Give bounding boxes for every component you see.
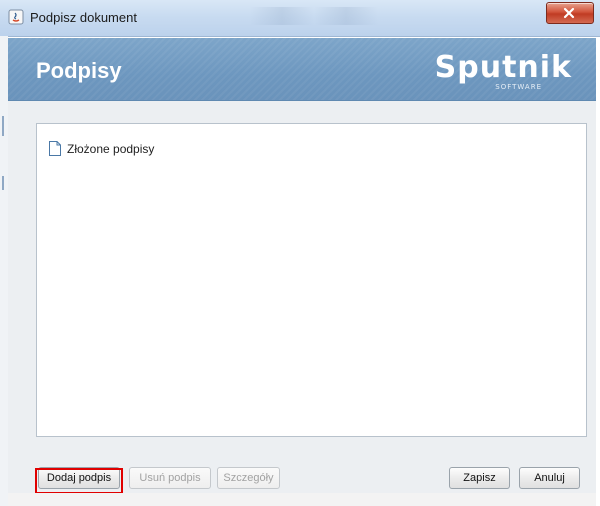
details-button[interactable]: Szczegóły (217, 467, 280, 489)
border-mark (2, 176, 4, 190)
tree-item-signed-signatures[interactable]: Złożone podpisy (49, 141, 154, 156)
dialog-body: Złożone podpisy Dodaj podpis Usuń podpis… (8, 101, 596, 494)
save-button[interactable]: Zapisz (449, 467, 510, 489)
tree-item-label: Złożone podpisy (67, 141, 155, 156)
window-left-border (0, 36, 8, 506)
close-icon (563, 7, 575, 19)
sign-document-window: Podpisz dokument Podpisy Sputnik SOFTWAR… (0, 0, 600, 506)
title-bar[interactable]: Podpisz dokument (0, 0, 600, 37)
logo-text: Sputnik (434, 50, 572, 85)
java-app-icon (8, 9, 24, 25)
window-title: Podpisz dokument (30, 10, 137, 25)
sputnik-logo: Sputnik SOFTWARE (432, 50, 572, 91)
document-icon (49, 141, 61, 156)
header-banner: Podpisy Sputnik SOFTWARE (8, 38, 596, 101)
logo-subtext: SOFTWARE (495, 83, 542, 91)
border-mark (2, 116, 4, 136)
close-button[interactable] (546, 2, 594, 24)
remove-signature-button[interactable]: Usuń podpis (129, 467, 211, 489)
title-bar-background (250, 7, 410, 25)
cancel-button[interactable]: Anuluj (519, 467, 580, 489)
window-bottom-border (8, 493, 596, 506)
page-title: Podpisy (36, 58, 122, 83)
highlight-frame (35, 468, 123, 494)
signatures-tree-panel[interactable]: Złożone podpisy (36, 123, 587, 437)
